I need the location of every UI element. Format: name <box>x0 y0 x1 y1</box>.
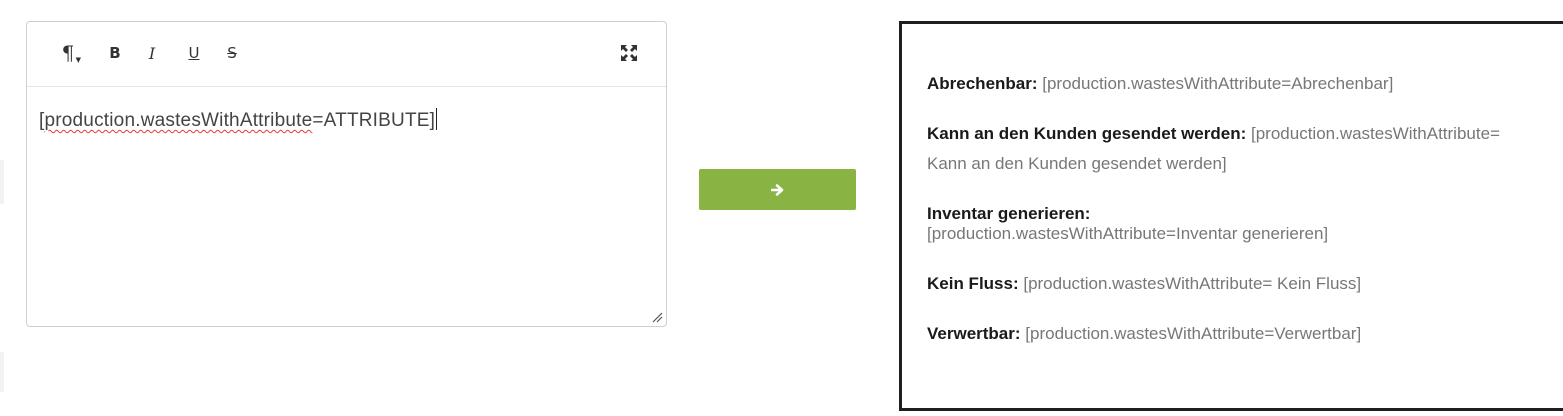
strikethrough-button[interactable]: S <box>222 40 242 66</box>
bold-button[interactable]: B <box>105 40 125 66</box>
preview-label: Abrechenbar: <box>927 74 1038 93</box>
preview-line: Kein Fluss: [production.wastesWithAttrib… <box>927 274 1361 294</box>
convert-button[interactable] <box>699 169 856 210</box>
paragraph-icon: ¶ <box>61 41 75 65</box>
preview-line-continued: Kann an den Kunden gesendet werden] <box>927 154 1227 174</box>
misspelled-word[interactable]: production.wastesWithAttribute <box>44 110 312 131</box>
expand-icon <box>621 45 637 61</box>
preview-value: [production.wastesWithAttribute=Abrechen… <box>1037 74 1394 93</box>
preview-label: Kann an den Kunden gesendet werden: <box>927 124 1247 143</box>
preview-value: [production.wastesWithAttribute= <box>1246 124 1500 143</box>
paragraph-format-button[interactable]: ¶ ▼ <box>53 40 83 66</box>
preview-value: [production.wastesWithAttribute= Kein Fl… <box>1018 274 1362 293</box>
fullscreen-button[interactable] <box>618 40 640 66</box>
preview-label: Inventar generieren: <box>927 204 1091 223</box>
editor-toolbar: ¶ ▼ B I U S <box>27 22 666 87</box>
preview-line: Inventar generieren: <box>927 204 1090 224</box>
preview-line: Verwertbar: [production.wastesWithAttrib… <box>927 324 1361 344</box>
text-cursor <box>436 108 438 130</box>
preview-label: Kein Fluss: <box>927 274 1019 293</box>
underline-button[interactable]: U <box>184 40 204 66</box>
gutter-mark <box>0 160 4 204</box>
chevron-down-icon: ▼ <box>75 56 81 64</box>
gutter-mark <box>0 352 4 392</box>
arrow-right-icon <box>770 183 783 196</box>
text-rest: =ATTRIBUTE] <box>312 110 436 131</box>
resize-handle-icon[interactable] <box>651 311 663 323</box>
stage: ¶ ▼ B I U S [production.wastesWithAttrib… <box>0 0 1563 416</box>
preview-line: Kann an den Kunden gesendet werden: [pro… <box>927 124 1500 144</box>
preview-value: Kann an den Kunden gesendet werden] <box>927 154 1227 173</box>
preview-value: [production.wastesWithAttribute=Verwertb… <box>1020 324 1362 343</box>
preview-line: Abrechenbar: [production.wastesWithAttri… <box>927 74 1393 94</box>
preview-panel: Abrechenbar: [production.wastesWithAttri… <box>899 21 1563 411</box>
italic-button[interactable]: I <box>142 40 162 66</box>
editor-content-area[interactable]: [production.wastesWithAttribute=ATTRIBUT… <box>27 87 666 326</box>
editor-text[interactable]: [production.wastesWithAttribute=ATTRIBUT… <box>39 108 438 132</box>
preview-line-continued: [production.wastesWithAttribute=Inventar… <box>927 224 1328 244</box>
preview-label: Verwertbar: <box>927 324 1021 343</box>
preview-value: [production.wastesWithAttribute=Inventar… <box>927 224 1329 243</box>
rich-text-editor: ¶ ▼ B I U S [production.wastesWithAttrib… <box>26 21 667 327</box>
